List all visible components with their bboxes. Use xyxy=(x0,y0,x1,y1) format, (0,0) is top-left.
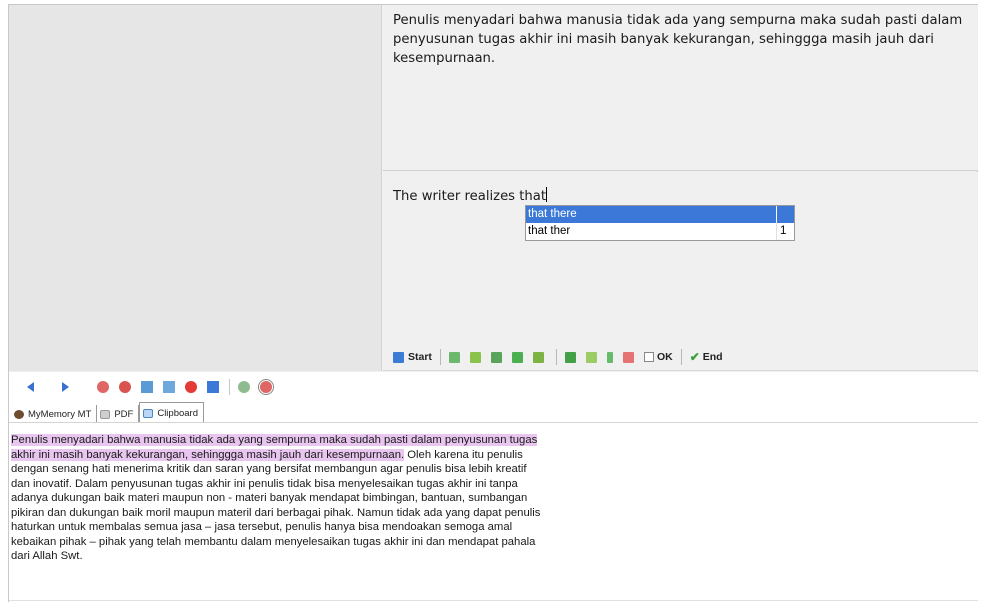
toolbar-divider xyxy=(680,349,682,365)
tabs-divider xyxy=(9,422,978,423)
clear-button[interactable] xyxy=(622,351,638,363)
tab-label: MyMemory MT xyxy=(28,408,92,420)
end-label: End xyxy=(702,351,723,363)
zoom-out-icon[interactable] xyxy=(97,381,109,393)
clipboard-text[interactable]: Penulis menyadari bahwa manusia tidak ad… xyxy=(11,433,541,564)
previous-segment-icon xyxy=(469,351,481,363)
insert-tag-icon xyxy=(511,351,523,363)
autocomplete-item[interactable]: that ther 1 xyxy=(526,223,794,240)
copy-icon[interactable] xyxy=(141,381,153,393)
autocomplete-dropdown[interactable]: that there that ther 1 xyxy=(525,205,795,241)
start-icon xyxy=(393,351,404,363)
zoom-in-icon[interactable] xyxy=(119,381,131,393)
pdf-icon xyxy=(100,409,111,419)
source-segment-text: Penulis menyadari bahwa manusia tidak ad… xyxy=(393,13,963,66)
resource-tabs: MyMemory MT PDF Clipboard xyxy=(11,401,204,423)
source-segment-panel: Penulis menyadari bahwa manusia tidak ad… xyxy=(383,5,978,171)
ok-checkbox[interactable]: OK xyxy=(643,351,673,363)
target-segment-text[interactable]: The writer realizes that xyxy=(393,189,546,204)
start-button[interactable]: Start xyxy=(393,351,432,363)
resource-panel: MyMemory MT PDF Clipboard Penulis menyad… xyxy=(9,372,978,602)
tab-mymemory-mt[interactable]: MyMemory MT xyxy=(11,405,98,423)
end-button[interactable]: ✔ End xyxy=(690,350,723,364)
text-caret xyxy=(546,187,548,202)
clipboard-remaining-text: Oleh karena itu penulis dengan senang ha… xyxy=(11,448,541,563)
record-icon[interactable] xyxy=(258,379,274,395)
autocomplete-item[interactable]: that there xyxy=(526,206,794,223)
target-segment-editor[interactable]: The writer realizes that xyxy=(393,187,548,206)
tab-label: PDF xyxy=(114,408,134,420)
checkbox-icon xyxy=(643,352,654,362)
segment-toolbar: Start OK ✔ End xyxy=(393,348,729,366)
tab-label: Clipboard xyxy=(157,407,198,419)
toolbar-divider xyxy=(439,349,441,365)
checkmark-icon: ✔ xyxy=(689,350,700,364)
app-window: Penulis menyadari bahwa manusia tidak ad… xyxy=(8,4,978,602)
clipboard-icon xyxy=(143,408,154,418)
copy-source-button[interactable] xyxy=(448,351,464,363)
resource-icon-bar xyxy=(27,378,282,396)
toolbar-divider xyxy=(229,379,230,395)
next-segment-icon xyxy=(490,351,502,363)
delete-icon[interactable] xyxy=(185,381,197,393)
insert-tag-button[interactable] xyxy=(511,351,527,363)
refresh-button[interactable] xyxy=(564,351,580,363)
autocomplete-item-count xyxy=(776,206,794,223)
tab-clipboard[interactable]: Clipboard xyxy=(139,402,204,423)
tab-pdf[interactable]: PDF xyxy=(97,405,140,423)
filter-icon xyxy=(532,351,544,363)
paste-icon[interactable] xyxy=(163,381,175,393)
previous-segment-button[interactable] xyxy=(469,351,485,363)
back-arrow-icon[interactable] xyxy=(27,382,34,392)
filter-button[interactable] xyxy=(532,351,548,363)
ok-label: OK xyxy=(656,351,673,363)
autocomplete-item-text: that ther xyxy=(528,225,571,237)
autocomplete-item-count: 1 xyxy=(776,223,794,240)
download-button[interactable] xyxy=(606,351,617,363)
autocomplete-item-text: that there xyxy=(528,208,577,220)
refresh-icon xyxy=(564,351,576,363)
bottom-divider xyxy=(9,600,978,601)
copy-source-icon xyxy=(448,351,460,363)
start-label: Start xyxy=(408,351,432,363)
toolbar-divider xyxy=(555,349,557,365)
target-segment-panel[interactable]: The writer realizes that that there that… xyxy=(383,172,978,371)
glossary-icon xyxy=(585,351,597,363)
download-icon xyxy=(606,351,613,363)
next-segment-button[interactable] xyxy=(490,351,506,363)
save-icon[interactable] xyxy=(207,381,219,393)
glossary-button[interactable] xyxy=(585,351,601,363)
clear-icon xyxy=(622,351,634,363)
mymemory-icon xyxy=(14,409,24,419)
forward-arrow-icon[interactable] xyxy=(62,382,69,392)
settings-icon[interactable] xyxy=(238,381,250,393)
empty-left-panel xyxy=(9,5,382,371)
